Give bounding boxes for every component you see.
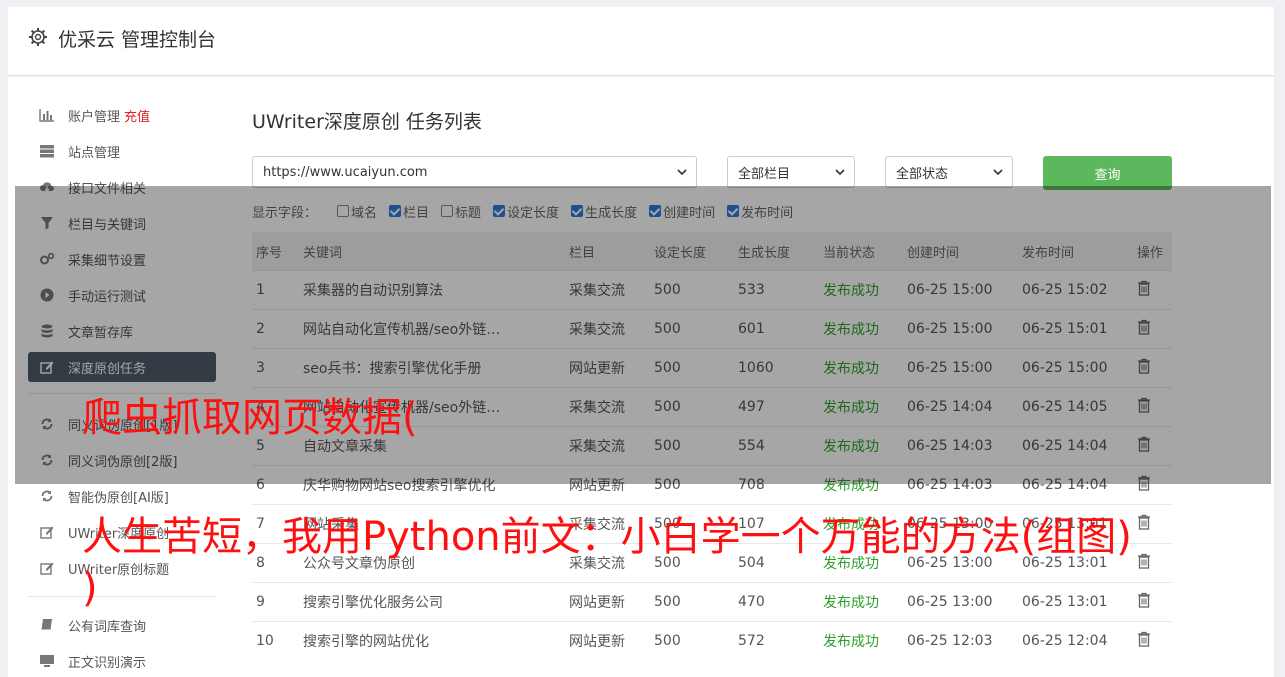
sidebar-item-label: 智能伪原创[AI版]	[68, 490, 169, 506]
table-cell: 06-25 12:04	[1018, 621, 1133, 660]
sidebar-item-text-recognition[interactable]: 正文识别演示	[28, 646, 216, 676]
overlay-headline-2: 人生苦短，我用Python前文：小白学一个万能的方法(组图)	[82, 514, 1132, 560]
sidebar-item-public-dictionary[interactable]: 公有词库查询	[28, 610, 216, 640]
table-row: 10 搜索引擎的网站优化 网站更新 500 572 发布成功 06-25 12:03 06-2…	[252, 621, 1172, 660]
status-select-value: 全部状态	[896, 166, 949, 182]
book-icon	[38, 617, 56, 633]
chevron-down-icon	[993, 169, 1003, 176]
top-header: 优采云 管理控制台	[8, 7, 1274, 76]
page-title: UWriter深度原创 任务列表	[252, 111, 482, 133]
sidebar-item-label: 账户管理	[68, 109, 121, 125]
table-cell: 06-25 13:00	[903, 582, 1018, 622]
site-select[interactable]: https://www.ucaiyun.com	[252, 156, 697, 188]
delete-cell[interactable]	[1133, 543, 1172, 583]
overlay-headline-1: 爬虫抓取网页数据(	[82, 395, 418, 441]
chevron-down-icon	[835, 169, 845, 176]
table-cell: 10	[252, 621, 299, 660]
table-cell: 发布成功	[819, 582, 903, 622]
table-cell: 500	[650, 621, 734, 660]
table-cell: 470	[734, 582, 819, 622]
recharge-link[interactable]: 充值	[124, 106, 150, 125]
table-cell: 搜索引擎的网站优化	[299, 621, 565, 660]
query-button[interactable]: 查询	[1043, 156, 1172, 190]
sidebar-item-account[interactable]: 账户管理 充值	[28, 100, 216, 130]
table-cell: 06-25 13:01	[1018, 582, 1133, 622]
delete-cell[interactable]	[1133, 621, 1172, 660]
delete-cell[interactable]	[1133, 582, 1172, 622]
edit-icon	[38, 560, 56, 576]
site-select-value: https://www.ucaiyun.com	[263, 164, 428, 180]
edit-icon	[38, 524, 56, 540]
monitor-icon	[38, 653, 56, 669]
delete-cell[interactable]	[1133, 504, 1172, 544]
bar-chart-icon	[38, 107, 56, 123]
overlay-headline-3: )	[82, 565, 98, 611]
app-title: 优采云 管理控制台	[58, 29, 217, 51]
sidebar-item-label: 站点管理	[68, 145, 121, 161]
trash-icon[interactable]	[1137, 592, 1151, 608]
table-cell: 06-25 12:03	[903, 621, 1018, 660]
sidebar-item-label: 正文识别演示	[68, 655, 147, 671]
table-row: 9 搜索引擎优化服务公司 网站更新 500 470 发布成功 06-25 13:00 06-2…	[252, 582, 1172, 622]
column-select[interactable]: 全部栏目	[727, 156, 855, 188]
chevron-down-icon	[677, 169, 687, 176]
status-select[interactable]: 全部状态	[885, 156, 1013, 188]
trash-icon[interactable]	[1137, 553, 1151, 569]
table-cell: 572	[734, 621, 819, 660]
table-cell: 500	[650, 582, 734, 622]
sidebar-item-sites[interactable]: 站点管理	[28, 136, 216, 166]
table-cell: 发布成功	[819, 621, 903, 660]
table-cell: 网站更新	[565, 621, 650, 660]
sidebar-item-label: 公有词库查询	[68, 619, 147, 635]
trash-icon[interactable]	[1137, 631, 1151, 647]
refresh-icon	[38, 488, 56, 504]
table-cell: 搜索引擎优化服务公司	[299, 582, 565, 622]
gear-icon	[29, 28, 47, 46]
column-select-value: 全部栏目	[738, 166, 791, 182]
table-cell: 9	[252, 582, 299, 622]
trash-icon[interactable]	[1137, 514, 1151, 530]
table-cell: 网站更新	[565, 582, 650, 622]
server-icon	[38, 143, 56, 159]
sidebar-divider	[28, 596, 216, 597]
